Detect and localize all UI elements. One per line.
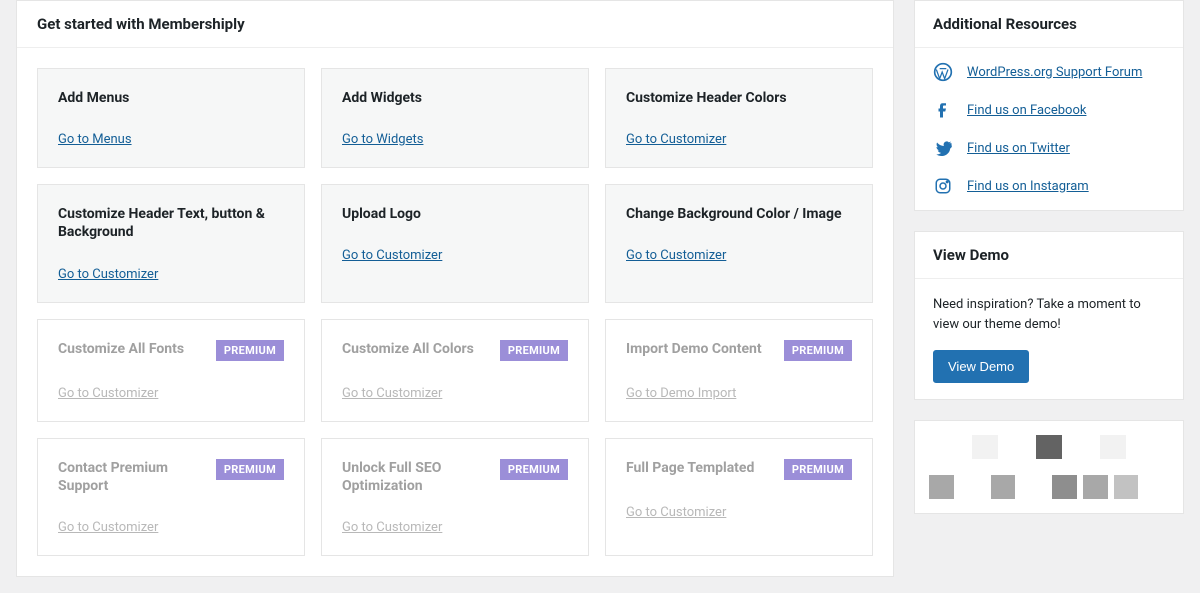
instagram-icon <box>933 176 953 196</box>
feature-card: Customize All Colors PREMIUM Go to Customi… <box>321 319 589 422</box>
card-title: Add Menus <box>58 89 129 107</box>
resource-item: Find us on Twitter <box>933 138 1165 158</box>
card-link[interactable]: Go to Customizer <box>342 520 442 535</box>
feature-card: Contact Premium SupportPREMIUM Go to Cust… <box>37 438 305 556</box>
resource-list: WordPress.org Support Forum Find us on Fa… <box>915 48 1183 210</box>
feature-card: Customize Header Text, button & Backgrou… <box>37 184 305 302</box>
card-link[interactable]: Go to Menus <box>58 132 132 147</box>
color-swatch <box>1114 475 1139 499</box>
card-link[interactable]: Go to Customizer <box>342 386 442 401</box>
color-swatch <box>991 475 1016 499</box>
feature-card: Upload Logo Go to Customizer <box>321 184 589 302</box>
premium-badge: PREMIUM <box>784 459 852 480</box>
preview-row <box>929 435 1169 459</box>
card-link[interactable]: Go to Customizer <box>58 386 158 401</box>
color-swatch <box>929 475 954 499</box>
card-link[interactable]: Go to Customizer <box>626 132 726 147</box>
color-swatch <box>972 435 998 459</box>
feature-card: Full Page Templated PREMIUM Go to Customiz… <box>605 438 873 556</box>
card-link[interactable]: Go to Customizer <box>626 248 726 263</box>
color-swatch <box>1083 475 1108 499</box>
view-demo-button[interactable]: View Demo <box>933 350 1029 383</box>
resource-link[interactable]: Find us on Facebook <box>967 103 1086 118</box>
feature-card: Import Demo Content PREMIUM Go to Demo Imp… <box>605 319 873 422</box>
sidebar: Additional Resources WordPress.org Suppo… <box>914 0 1184 577</box>
color-swatch <box>1144 475 1169 499</box>
panel-title: Get started with Membershiply <box>17 1 893 48</box>
cards-grid: Add Menus Go to Menus Add Widgets Go to Wid… <box>17 48 893 576</box>
feature-card: Customize All Fonts PREMIUM Go to Customiz… <box>37 319 305 422</box>
feature-card: Change Background Color / Image Go to Cus… <box>605 184 873 302</box>
card-link[interactable]: Go to Customizer <box>58 267 158 282</box>
color-swatch <box>1100 435 1126 459</box>
resource-item: WordPress.org Support Forum <box>933 62 1165 82</box>
premium-badge: PREMIUM <box>500 340 568 361</box>
wordpress-icon <box>933 62 953 82</box>
color-swatch <box>1021 475 1046 499</box>
get-started-panel: Get started with Membershiply Add Menus G… <box>16 0 894 577</box>
card-title: Import Demo Content <box>626 340 762 358</box>
color-swatch <box>1036 435 1062 459</box>
premium-badge: PREMIUM <box>216 340 284 361</box>
premium-badge: PREMIUM <box>500 459 568 480</box>
card-title: Customize Header Colors <box>626 89 787 107</box>
feature-card: Unlock Full SEO OptimizationPREMIUM Go to… <box>321 438 589 556</box>
feature-card: Customize Header Colors Go to Customizer <box>605 68 873 168</box>
resource-link[interactable]: Find us on Twitter <box>967 141 1070 156</box>
demo-panel: View Demo Need inspiration? Take a momen… <box>914 231 1184 400</box>
card-title: Contact Premium Support <box>58 459 216 495</box>
color-swatch <box>1004 435 1030 459</box>
preview-row <box>929 475 1169 499</box>
color-swatch <box>1052 475 1077 499</box>
card-title: Customize Header Text, button & Backgrou… <box>58 205 284 241</box>
card-title: Change Background Color / Image <box>626 205 842 223</box>
card-link[interactable]: Go to Customizer <box>626 505 726 520</box>
resources-title: Additional Resources <box>915 1 1183 48</box>
feature-card: Add Menus Go to Menus <box>37 68 305 168</box>
resources-panel: Additional Resources WordPress.org Suppo… <box>914 0 1184 211</box>
card-title: Upload Logo <box>342 205 421 223</box>
theme-preview-panel <box>914 420 1184 514</box>
card-link[interactable]: Go to Demo Import <box>626 386 736 401</box>
facebook-icon <box>933 100 953 120</box>
premium-badge: PREMIUM <box>216 459 284 480</box>
demo-title: View Demo <box>915 232 1183 279</box>
card-link[interactable]: Go to Customizer <box>58 520 158 535</box>
color-swatch <box>960 475 985 499</box>
resource-link[interactable]: Find us on Instagram <box>967 179 1089 194</box>
card-link[interactable]: Go to Customizer <box>342 248 442 263</box>
card-title: Customize All Colors <box>342 340 474 358</box>
card-title: Unlock Full SEO Optimization <box>342 459 500 495</box>
card-title: Customize All Fonts <box>58 340 184 358</box>
feature-card: Add Widgets Go to Widgets <box>321 68 589 168</box>
resource-item: Find us on Instagram <box>933 176 1165 196</box>
premium-badge: PREMIUM <box>784 340 852 361</box>
card-title: Full Page Templated <box>626 459 754 477</box>
card-link[interactable]: Go to Widgets <box>342 132 423 147</box>
resource-item: Find us on Facebook <box>933 100 1165 120</box>
demo-text: Need inspiration? Take a moment to view … <box>933 295 1165 334</box>
color-swatch <box>1068 435 1094 459</box>
resource-link[interactable]: WordPress.org Support Forum <box>967 65 1142 80</box>
card-title: Add Widgets <box>342 89 422 107</box>
twitter-icon <box>933 138 953 158</box>
